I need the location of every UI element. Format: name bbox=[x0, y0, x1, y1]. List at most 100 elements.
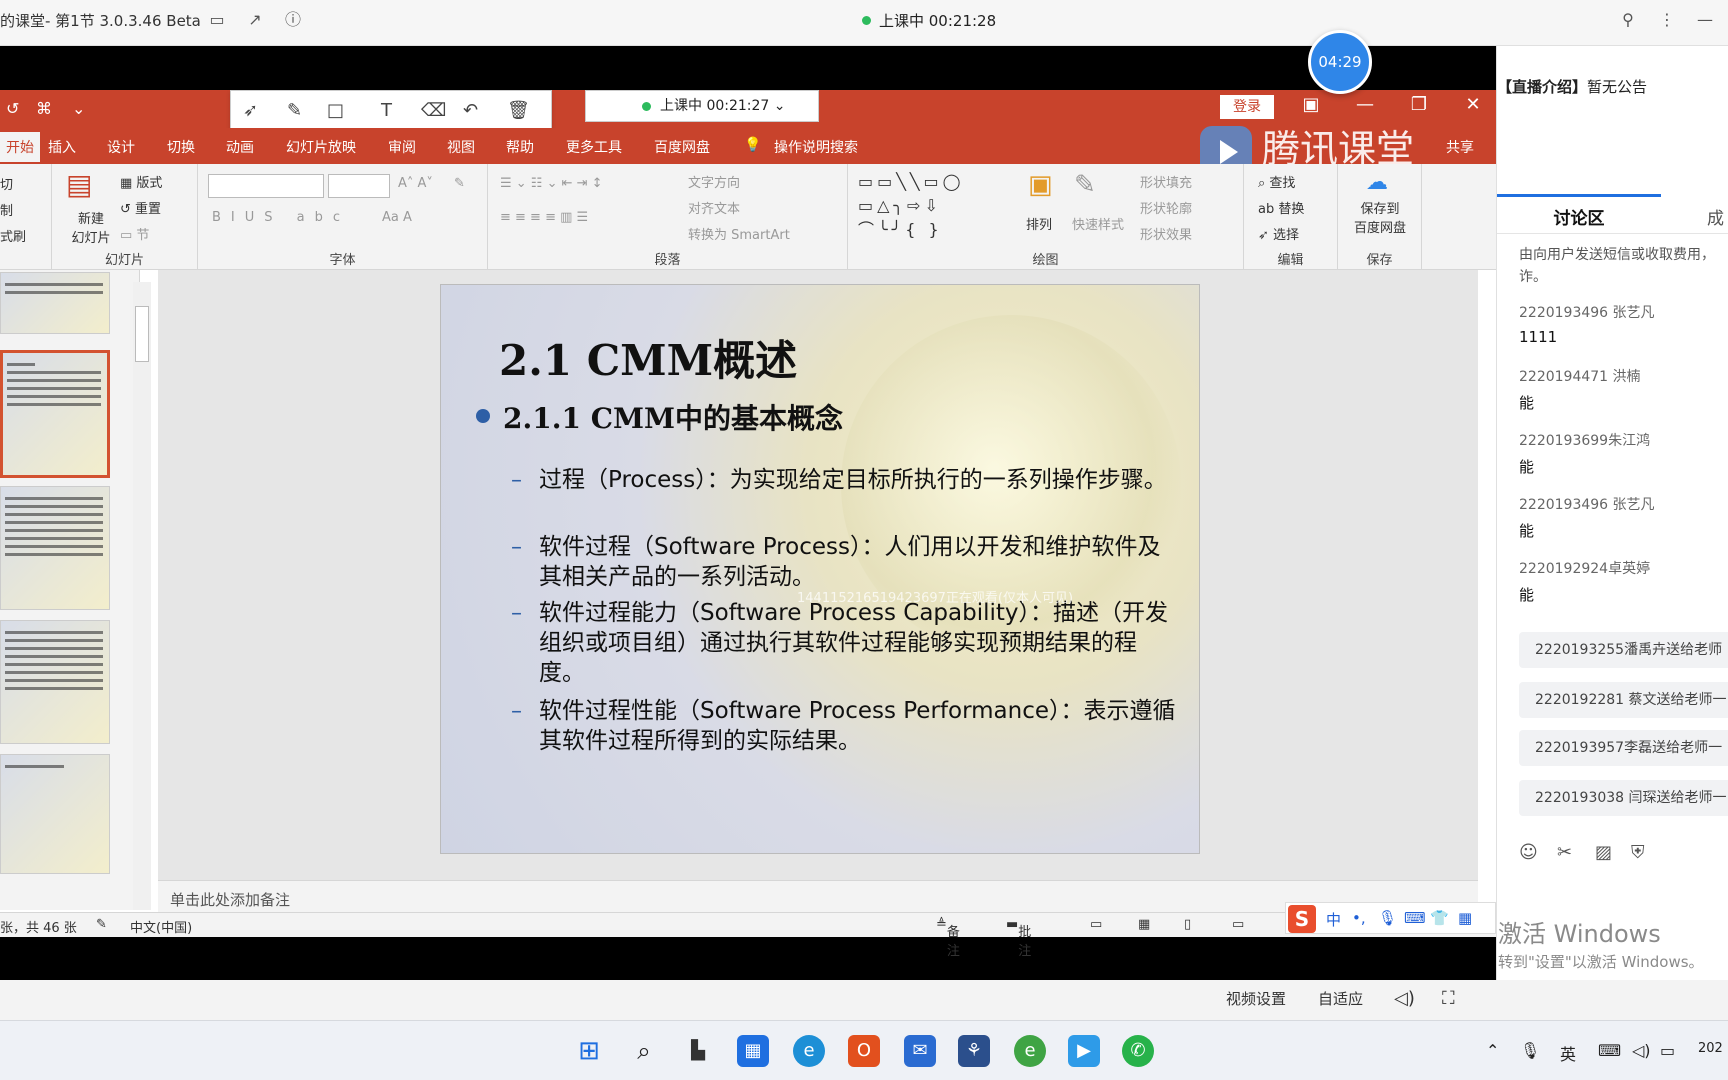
login-button[interactable]: 登录 bbox=[1220, 95, 1274, 119]
section-button[interactable]: ▭ 节 bbox=[120, 224, 149, 243]
customize-icon[interactable]: ⌄ bbox=[72, 99, 85, 118]
share-out-icon[interactable]: ↗ bbox=[244, 9, 266, 31]
tab-animations[interactable]: 动画 bbox=[226, 137, 254, 157]
feedback-icon[interactable]: ▭ bbox=[206, 9, 228, 31]
sorter-view-icon[interactable]: ▦ bbox=[1138, 917, 1150, 932]
ppt-minimize-icon[interactable]: — bbox=[1350, 94, 1380, 115]
reading-view-icon[interactable]: ▯ bbox=[1184, 917, 1191, 932]
shape-fill-button[interactable]: 形状填充 bbox=[1140, 172, 1192, 191]
tab-discussion[interactable]: 讨论区 bbox=[1497, 194, 1661, 234]
visual-studio-icon[interactable]: ⚘ bbox=[958, 1035, 990, 1067]
pointer-icon[interactable]: ➶ bbox=[243, 100, 258, 121]
clock[interactable]: 202 bbox=[1698, 1041, 1723, 1056]
volume-icon[interactable]: ◁) bbox=[1394, 988, 1415, 1009]
mail-icon[interactable]: ✉ bbox=[904, 1035, 936, 1067]
pen-icon[interactable]: ✎ bbox=[287, 100, 302, 121]
comments-toggle[interactable]: ▬ 批注 bbox=[1006, 917, 1031, 959]
file-explorer-icon[interactable]: ▙ bbox=[682, 1035, 714, 1067]
ime-language[interactable]: 英 bbox=[1560, 1041, 1576, 1065]
tencent-classroom-icon[interactable]: ▶ bbox=[1068, 1035, 1100, 1067]
shapes-gallery[interactable]: ▭▭╲╲▭◯ ▭△╮⇨⇩ ⌒╰╯{ } bbox=[858, 170, 1008, 242]
select-button[interactable]: ➶ 选择 bbox=[1258, 224, 1299, 243]
convert-smartart-button[interactable]: 转换为 SmartArt bbox=[688, 224, 790, 243]
microphone-icon[interactable]: 🎙 bbox=[1520, 1041, 1540, 1060]
language-status[interactable]: 中文(中国) bbox=[130, 917, 192, 936]
slide-thumbnail[interactable] bbox=[0, 272, 110, 334]
slide-thumbnail-selected[interactable] bbox=[0, 350, 110, 478]
tab-view[interactable]: 视图 bbox=[447, 137, 475, 157]
network-icon[interactable]: ⌨ bbox=[1598, 1041, 1621, 1060]
reset-button[interactable]: ↺ 重置 bbox=[120, 198, 161, 217]
tab-slideshow[interactable]: 幻灯片放映 bbox=[286, 137, 356, 157]
arrange-button[interactable]: 排列 bbox=[1026, 214, 1052, 233]
notes-toggle[interactable]: ≜ 备注 bbox=[936, 917, 960, 959]
tell-me-search[interactable]: 操作说明搜索 bbox=[774, 137, 858, 157]
slide-thumbnail[interactable] bbox=[0, 620, 110, 744]
browser-icon[interactable]: e bbox=[1014, 1035, 1046, 1067]
tray-expand-icon[interactable]: ⌃ bbox=[1486, 1041, 1499, 1060]
normal-view-icon[interactable]: ▭ bbox=[1090, 917, 1102, 932]
emoji-icon[interactable]: ☺ bbox=[1519, 842, 1538, 863]
undo-icon[interactable]: ↶ bbox=[463, 100, 478, 121]
more-icon[interactable]: ⋮ bbox=[1656, 9, 1678, 31]
arrange-icon[interactable]: ▣ bbox=[1028, 170, 1053, 200]
quick-styles-icon[interactable]: ✎ bbox=[1074, 170, 1096, 200]
share-button[interactable]: 共享 bbox=[1446, 137, 1474, 157]
replace-button[interactable]: ab 替换 bbox=[1258, 198, 1304, 217]
text-tool-icon[interactable]: T bbox=[381, 100, 392, 121]
tab-review[interactable]: 审阅 bbox=[388, 137, 416, 157]
font-style-buttons[interactable]: BIUS abc bbox=[212, 210, 350, 225]
wechat-icon[interactable]: ✆ bbox=[1122, 1035, 1154, 1067]
tab-baidu-netdisk[interactable]: 百度网盘 bbox=[654, 137, 710, 157]
search-icon[interactable]: ⌕ bbox=[628, 1035, 660, 1067]
shape-icon[interactable]: □ bbox=[327, 100, 344, 121]
text-direction-button[interactable]: 文字方向 bbox=[688, 172, 740, 191]
ime-mode[interactable]: 中 bbox=[1326, 909, 1341, 930]
save-to-baidu-button[interactable]: 保存到 百度网盘 bbox=[1340, 198, 1420, 236]
new-slide-button[interactable]: 新建 幻灯片 bbox=[56, 208, 126, 246]
pin-icon[interactable]: ⚲ bbox=[1617, 9, 1639, 31]
clear-format-icon[interactable]: ✎ bbox=[454, 176, 465, 191]
speaker-icon[interactable]: ◁) bbox=[1632, 1041, 1651, 1060]
shape-effects-button[interactable]: 形状效果 bbox=[1140, 224, 1192, 243]
punctuation-icon[interactable]: •, bbox=[1352, 909, 1366, 927]
alert-icon[interactable]: ⓘ bbox=[282, 9, 304, 31]
live-timer-pill[interactable]: 上课中 00:21:27 ⌄ bbox=[585, 90, 819, 122]
tab-transitions[interactable]: 切换 bbox=[167, 137, 195, 157]
current-slide[interactable]: 2.1 CMM概述 2.1.1 CMM中的基本概念 – 过程（Process）：… bbox=[440, 284, 1200, 854]
redo-icon[interactable]: ↺ bbox=[6, 99, 19, 118]
keyboard-icon[interactable]: ⌨ bbox=[1404, 909, 1426, 927]
baidu-cloud-icon[interactable]: ☁ bbox=[1366, 170, 1388, 195]
tab-help[interactable]: 帮助 bbox=[506, 137, 534, 157]
ppt-close-icon[interactable]: ✕ bbox=[1458, 94, 1488, 115]
tab-more-tools[interactable]: 更多工具 bbox=[566, 137, 622, 157]
font-color-icon[interactable]: Aa A bbox=[382, 210, 412, 225]
new-slide-icon[interactable]: ▤ bbox=[66, 168, 92, 201]
quick-styles-button[interactable]: 快速样式 bbox=[1072, 214, 1124, 233]
store-icon[interactable]: ▦ bbox=[737, 1035, 769, 1067]
voice-icon[interactable]: 🎙 bbox=[1378, 909, 1397, 927]
ppt-restore-icon[interactable]: ❐ bbox=[1404, 94, 1434, 115]
layout-button[interactable]: ▦ 版式 bbox=[120, 172, 162, 191]
start-icon[interactable]: ⊞ bbox=[573, 1035, 605, 1067]
format-painter-button[interactable]: 式刷 bbox=[0, 226, 26, 245]
font-size-combo[interactable] bbox=[328, 174, 390, 198]
scissors-icon[interactable]: ✂ bbox=[1557, 842, 1572, 863]
ribbon-display-icon[interactable]: ▣ bbox=[1296, 94, 1326, 115]
countdown-badge[interactable]: 04:29 bbox=[1308, 30, 1372, 94]
tab-members[interactable]: 成 bbox=[1707, 204, 1724, 229]
video-settings-button[interactable]: 视频设置 bbox=[1226, 988, 1286, 1009]
adaptive-button[interactable]: 自适应 bbox=[1318, 988, 1363, 1009]
cut-button[interactable]: 切 bbox=[0, 174, 13, 193]
shape-outline-button[interactable]: 形状轮廓 bbox=[1140, 198, 1192, 217]
thumbnail-scrollbar[interactable] bbox=[133, 282, 151, 910]
find-button[interactable]: ⌕ 查找 bbox=[1258, 172, 1295, 191]
battery-icon[interactable]: ▭ bbox=[1660, 1041, 1675, 1060]
toolbox-icon[interactable]: ▦ bbox=[1458, 909, 1472, 927]
trash-icon[interactable]: 🗑 bbox=[507, 100, 530, 121]
skin-icon[interactable]: 👕 bbox=[1430, 909, 1449, 927]
sogou-ime-toolbar[interactable]: S 中 •, 🎙 ⌨ 👕 ▦ bbox=[1285, 902, 1496, 934]
scrollbar-thumb[interactable] bbox=[135, 306, 149, 362]
copy-button[interactable]: 制 bbox=[0, 200, 13, 219]
office-icon[interactable]: O bbox=[848, 1035, 880, 1067]
